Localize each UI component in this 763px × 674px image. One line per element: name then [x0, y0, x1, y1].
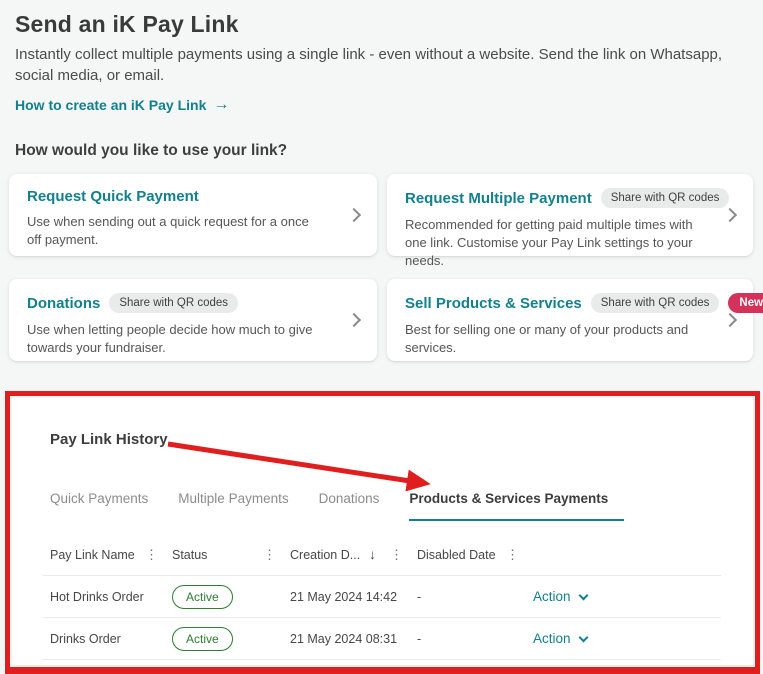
card-description: Use when sending out a quick request for… [27, 213, 312, 249]
share-with-qr-codes-badge: Share with QR codes [591, 293, 720, 313]
card-description: Recommended for getting paid multiple ti… [405, 216, 711, 270]
tab-products-services-payments[interactable]: Products & Services Payments [409, 491, 624, 521]
disabled-date: - [417, 590, 533, 604]
kebab-menu-icon[interactable]: ⋮ [506, 548, 519, 561]
card-request-quick-payment[interactable]: Request Quick Payment Use when sending o… [9, 174, 377, 256]
history-tabs: Quick Payments Multiple Payments Donatio… [50, 491, 753, 521]
arrow-right-icon: → [213, 96, 229, 114]
card-description: Best for selling one or many of your pro… [405, 321, 711, 357]
chevron-down-icon [578, 632, 588, 642]
status-badge: Active [172, 627, 233, 651]
column-header-status: Status ⋮ [172, 548, 290, 562]
red-annotation-box: Pay Link History Quick Payments Multiple… [5, 391, 760, 674]
page-header: Send an iK Pay Link Instantly collect mu… [0, 0, 763, 115]
new-badge: New [728, 293, 763, 313]
status-badge: Active [172, 585, 233, 609]
action-dropdown-button[interactable]: Action [533, 589, 587, 604]
chevron-right-icon [723, 313, 737, 327]
pay-link-history-panel: Pay Link History Quick Payments Multiple… [12, 398, 753, 665]
kebab-menu-icon[interactable]: ⋮ [263, 548, 276, 561]
pay-link-name: Hot Drinks Order [50, 590, 172, 604]
share-with-qr-codes-badge: Share with QR codes [601, 188, 730, 208]
link-type-cards: Request Quick Payment Use when sending o… [9, 174, 763, 361]
sort-descending-icon[interactable]: ↓ [369, 547, 376, 562]
page-title: Send an iK Pay Link [15, 10, 747, 38]
disabled-date: - [417, 632, 533, 646]
card-title: Sell Products & Services [405, 295, 582, 312]
section-heading: How would you like to use your link? [15, 142, 763, 160]
chevron-right-icon [723, 208, 737, 222]
tab-multiple-payments[interactable]: Multiple Payments [178, 491, 288, 521]
creation-date: 21 May 2024 08:31 [290, 632, 417, 646]
chevron-down-icon [578, 590, 588, 600]
column-header-disabled-date: Disabled Date ⋮ [417, 548, 533, 562]
chevron-right-icon [347, 208, 361, 222]
card-description: Use when letting people decide how much … [27, 321, 335, 357]
share-with-qr-codes-badge: Share with QR codes [109, 293, 238, 313]
kebab-menu-icon[interactable]: ⋮ [390, 548, 403, 561]
table-row: Hot Drinks Order Active 21 May 2024 14:4… [43, 576, 721, 618]
card-title: Donations [27, 295, 100, 312]
creation-date: 21 May 2024 14:42 [290, 590, 417, 604]
card-request-multiple-payment[interactable]: Request Multiple Payment Share with QR c… [387, 174, 753, 256]
column-header-pay-link-name: Pay Link Name ⋮ [50, 548, 172, 562]
action-dropdown-button[interactable]: Action [533, 631, 587, 646]
pay-link-page: Send an iK Pay Link Instantly collect mu… [0, 0, 763, 674]
card-sell-products-services[interactable]: Sell Products & Services Share with QR c… [387, 279, 753, 361]
table-header-row: Pay Link Name ⋮ Status ⋮ Creation D... ↓… [43, 547, 721, 576]
tab-donations[interactable]: Donations [319, 491, 380, 521]
card-title: Request Quick Payment [27, 188, 199, 205]
column-header-creation-date: Creation D... ↓ ⋮ [290, 547, 417, 562]
how-to-create-link[interactable]: How to create an iK Pay Link → [15, 96, 229, 114]
chevron-right-icon [347, 313, 361, 327]
card-donations[interactable]: Donations Share with QR codes Use when l… [9, 279, 377, 361]
kebab-menu-icon[interactable]: ⋮ [145, 548, 158, 561]
page-description: Instantly collect multiple payments usin… [15, 44, 747, 86]
table-row: Drinks Order Active 21 May 2024 08:31 - … [43, 618, 721, 660]
pay-link-name: Drinks Order [50, 632, 172, 646]
tab-quick-payments[interactable]: Quick Payments [50, 491, 148, 521]
how-to-create-link-label: How to create an iK Pay Link [15, 97, 206, 113]
card-title: Request Multiple Payment [405, 190, 592, 207]
history-title: Pay Link History [50, 431, 753, 448]
